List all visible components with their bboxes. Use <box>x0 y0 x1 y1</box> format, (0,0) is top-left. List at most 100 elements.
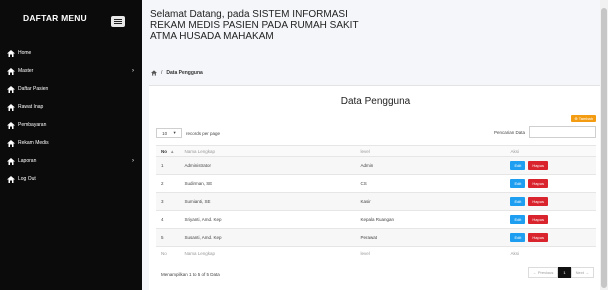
table-row: 1 Administrator Admin Edit Hapus <box>156 156 596 175</box>
table-row: 3 Sumianti, SE Kasir Edit Hapus <box>156 192 596 211</box>
sidebar-item-label: Master <box>18 68 34 74</box>
app-title: Selamat Datang, pada SISTEM INFORMASI RE… <box>150 9 410 42</box>
cell-nama: Sudirman, SE <box>179 174 356 193</box>
search-box: Pencarian Data <box>494 126 596 138</box>
next-button[interactable]: Next → <box>570 267 594 278</box>
cell-no: 4 <box>156 210 180 229</box>
search-input[interactable] <box>529 126 596 138</box>
cell-aksi: Edit Hapus <box>505 228 596 247</box>
cell-no: 3 <box>156 192 180 211</box>
edit-button[interactable]: Edit <box>510 233 526 242</box>
sidebar-item-master[interactable]: Master › <box>0 62 142 80</box>
footer-level: level <box>355 246 506 260</box>
home-icon <box>7 175 15 183</box>
chevron-down-icon: ▾ <box>173 130 176 135</box>
page-title: Data Pengguna <box>340 96 411 107</box>
edit-button[interactable]: Edit <box>510 179 526 188</box>
footer-no: No <box>156 246 180 260</box>
sidebar-item-rawat-inap[interactable]: Rawat Inap <box>0 98 142 116</box>
cell-no: 2 <box>156 174 180 193</box>
table-row: 4 Sriyanti, Amd. Kep Kepala Ruangan Edit… <box>156 210 596 229</box>
records-per-page-select[interactable]: 10 ▾ <box>156 128 182 138</box>
column-header-level[interactable]: level <box>355 145 506 157</box>
records-per-page-label: records per page <box>186 130 221 136</box>
home-icon <box>7 103 15 111</box>
cell-level: Admin <box>355 156 506 175</box>
sidebar-item-daftar-pasien[interactable]: Daftar Pasien <box>0 80 142 98</box>
data-card: Data Pengguna ⊕ Tambah 10 ▾ records per … <box>149 85 602 290</box>
home-icon <box>7 85 15 93</box>
breadcrumb-current: Data Pengguna <box>166 70 203 76</box>
edit-button[interactable]: Edit <box>510 215 526 224</box>
table-footer-row: No Nama Lengkap level Aksi <box>156 246 596 260</box>
table-row: 2 Sudirman, SE CS Edit Hapus <box>156 174 596 193</box>
home-icon <box>7 157 15 165</box>
delete-button[interactable]: Hapus <box>528 233 548 242</box>
delete-button[interactable]: Hapus <box>528 179 548 188</box>
sidebar-item-laporan[interactable]: Laporan › <box>0 152 142 170</box>
sidebar-title: DAFTAR MENU <box>23 13 87 23</box>
users-table: No ▲ Nama Lengkap level Aksi 1 Administra… <box>156 145 596 260</box>
menu-toggle-icon[interactable] <box>111 16 125 27</box>
home-icon <box>7 121 15 129</box>
sidebar: DAFTAR MENU Home Master › Daftar Pasien R… <box>0 0 142 290</box>
sidebar-item-label: Home <box>18 50 32 56</box>
home-icon[interactable] <box>151 70 157 76</box>
sidebar-item-label: Log Out <box>18 176 36 182</box>
column-header-label: No <box>161 148 167 154</box>
cell-nama: Susanti, Amd. Kep <box>179 228 356 247</box>
cell-level: Perawat <box>355 228 506 247</box>
chevron-right-icon: › <box>132 68 134 74</box>
sidebar-menu: Home Master › Daftar Pasien Rawat Inap Pe… <box>0 44 142 188</box>
add-button[interactable]: ⊕ Tambah <box>571 115 596 122</box>
footer-aksi: Aksi <box>505 246 596 260</box>
table-header-row: No ▲ Nama Lengkap level Aksi <box>156 145 596 157</box>
cell-aksi: Edit Hapus <box>505 192 596 211</box>
sidebar-item-label: Rawat Inap <box>18 104 44 110</box>
delete-button[interactable]: Hapus <box>528 215 548 224</box>
sidebar-item-rekam-medis[interactable]: Rekam Medis <box>0 134 142 152</box>
home-icon <box>7 49 15 57</box>
page-button-1[interactable]: 1 <box>558 267 571 278</box>
pagination: ← Previous 1 Next → <box>527 267 594 278</box>
sidebar-item-log-out[interactable]: Log Out <box>0 170 142 188</box>
cell-aksi: Edit Hapus <box>505 156 596 175</box>
delete-button[interactable]: Hapus <box>528 161 548 170</box>
cell-no: 1 <box>156 156 180 175</box>
cell-no: 5 <box>156 228 180 247</box>
footer-nama: Nama Lengkap <box>179 246 356 260</box>
sidebar-item-label: Pembayaran <box>18 122 47 128</box>
sort-up-icon: ▲ <box>170 148 175 154</box>
cell-aksi: Edit Hapus <box>505 210 596 229</box>
sidebar-item-label: Rekam Medis <box>18 140 49 146</box>
column-header-aksi: Aksi <box>505 145 596 157</box>
scrollbar-thumb[interactable] <box>601 8 607 288</box>
records-per-page: 10 ▾ records per page <box>156 128 220 138</box>
cell-level: CS <box>355 174 506 193</box>
app-title-line: ATMA HUSADA MAHAKAM <box>150 31 274 42</box>
delete-button[interactable]: Hapus <box>528 197 548 206</box>
cell-level: Kepala Ruangan <box>355 210 506 229</box>
edit-button[interactable]: Edit <box>510 197 526 206</box>
main-content: Selamat Datang, pada SISTEM INFORMASI RE… <box>142 0 608 290</box>
cell-level: Kasir <box>355 192 506 211</box>
sidebar-item-pembayaran[interactable]: Pembayaran <box>0 116 142 134</box>
search-label: Pencarian Data <box>493 129 525 135</box>
breadcrumb-separator: / <box>161 70 163 76</box>
home-icon <box>7 139 15 147</box>
table-info: Menampilkan 1 to 5 of 5 Data <box>161 272 220 277</box>
cell-nama: Sumianti, SE <box>179 192 356 211</box>
scrollbar[interactable] <box>600 0 608 290</box>
chevron-right-icon: › <box>132 158 134 164</box>
table-row: 5 Susanti, Amd. Kep Perawat Edit Hapus <box>156 228 596 247</box>
sidebar-item-home[interactable]: Home <box>0 44 142 62</box>
edit-button[interactable]: Edit <box>510 161 526 170</box>
home-icon <box>7 67 15 75</box>
column-header-no[interactable]: No ▲ <box>156 145 180 157</box>
column-header-nama[interactable]: Nama Lengkap <box>179 145 356 157</box>
cell-aksi: Edit Hapus <box>505 174 596 193</box>
breadcrumb: / Data Pengguna <box>151 70 203 76</box>
app-title-line: REKAM MEDIS PASIEN PADA RUMAH SAKIT <box>150 20 359 31</box>
previous-button[interactable]: ← Previous <box>527 267 559 278</box>
sidebar-item-label: Daftar Pasien <box>18 86 49 92</box>
